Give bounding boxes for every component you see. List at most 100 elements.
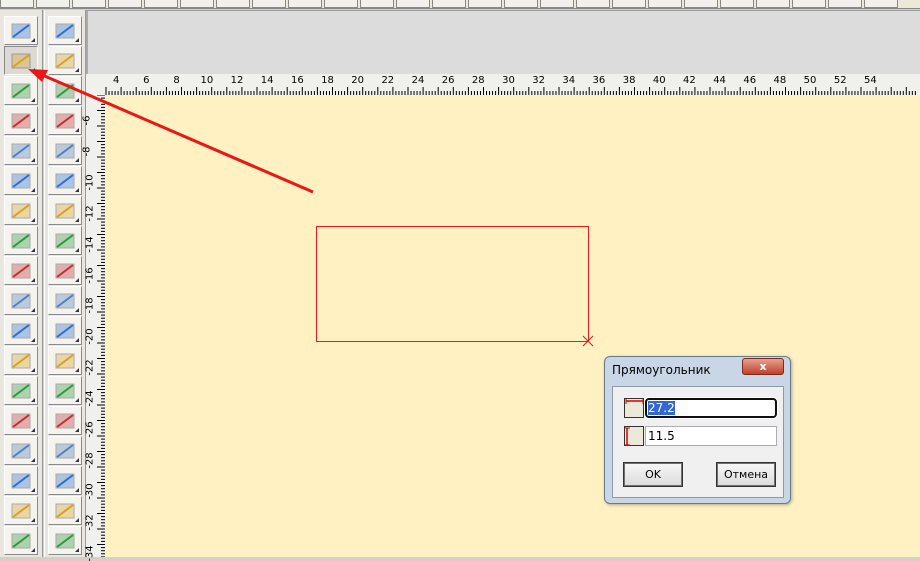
submenu-indicator-icon: [31, 248, 35, 252]
toolbar-button[interactable]: [72, 0, 106, 8]
flare-tool[interactable]: [4, 376, 38, 405]
toolbar-button[interactable]: [576, 0, 610, 8]
piece-group-tool[interactable]: [48, 526, 82, 555]
piece-outline-tool[interactable]: [48, 76, 82, 105]
submenu-indicator-icon: [75, 38, 79, 42]
measure-tape-tool[interactable]: [4, 436, 38, 465]
submenu-indicator-icon: [75, 398, 79, 402]
toolbar-button[interactable]: [108, 0, 142, 8]
select-frame-tool[interactable]: [48, 16, 82, 45]
ruler-label: 24: [411, 75, 425, 86]
add-piece-tool[interactable]: [48, 466, 82, 495]
toolbar-button[interactable]: [864, 0, 898, 8]
drawing-canvas[interactable]: [105, 95, 920, 557]
submenu-indicator-icon: [31, 128, 35, 132]
toolbar-button[interactable]: [612, 0, 646, 8]
dialog-body: OK Отмена: [612, 386, 784, 498]
eraser-tool[interactable]: [4, 256, 38, 285]
column-divider: [42, 10, 45, 557]
grade-tool[interactable]: [48, 136, 82, 165]
cancel-button[interactable]: Отмена: [716, 462, 776, 487]
submenu-indicator-icon: [75, 518, 79, 522]
toolbar-button[interactable]: [216, 0, 250, 8]
toolbar-button[interactable]: [36, 0, 70, 8]
ruler-label: 52: [833, 75, 847, 86]
curve-point-tool[interactable]: [4, 106, 38, 135]
grid-piece-tool[interactable]: [48, 226, 82, 255]
intersection-tool[interactable]: [4, 136, 38, 165]
rectangle-dialog: Прямоугольник x OK Отмена: [604, 356, 791, 504]
select-tool[interactable]: [4, 16, 38, 45]
point-edit-tool[interactable]: [48, 256, 82, 285]
dart-tool[interactable]: [4, 286, 38, 315]
toolbar-button[interactable]: [792, 0, 826, 8]
spiral-tool[interactable]: [4, 406, 38, 435]
sewing-machine-tool[interactable]: [48, 286, 82, 315]
submenu-indicator-icon: [31, 308, 35, 312]
ruler-label: -28: [84, 452, 96, 469]
flip-tool[interactable]: [48, 346, 82, 375]
ruler-label: 4: [113, 75, 120, 86]
toolbar-button[interactable]: [144, 0, 178, 8]
toolbar-button[interactable]: [468, 0, 502, 8]
corner-round-tool[interactable]: [48, 436, 82, 465]
toolbar-button[interactable]: [756, 0, 790, 8]
rectangle-tool[interactable]: [4, 76, 38, 105]
label-piece-tool[interactable]: [48, 496, 82, 525]
toolbar-button[interactable]: [180, 0, 214, 8]
ruler-label: 16: [290, 75, 304, 86]
ruler-label: 34: [562, 75, 576, 86]
toolbar-button[interactable]: [828, 0, 862, 8]
toolbar-button[interactable]: [540, 0, 574, 8]
toolbar-button[interactable]: [0, 0, 34, 8]
notch-tool[interactable]: [48, 316, 82, 345]
ruler-label: 10: [200, 75, 214, 86]
button-tool[interactable]: [48, 196, 82, 225]
ruler-label: 20: [351, 75, 364, 86]
ruler-label: 36: [592, 75, 606, 86]
ok-button[interactable]: OK: [623, 462, 683, 487]
mirror-piece-tool[interactable]: [48, 376, 82, 405]
cut-curve-tool[interactable]: [4, 226, 38, 255]
scissors-tool[interactable]: [4, 496, 38, 525]
ruler-label: 28: [471, 75, 485, 86]
submenu-indicator-icon: [31, 68, 35, 72]
pencil-tool[interactable]: [4, 46, 38, 75]
length-measure-tool[interactable]: [48, 166, 82, 195]
ruler-label: 30: [502, 75, 515, 86]
ruler-label: 14: [260, 75, 274, 86]
toolbar-button[interactable]: [504, 0, 538, 8]
submenu-indicator-icon: [75, 308, 79, 312]
parallel-tool[interactable]: [4, 346, 38, 375]
submenu-indicator-icon: [75, 548, 79, 552]
align-points-tool[interactable]: [48, 406, 82, 435]
submenu-indicator-icon: [31, 98, 35, 102]
submenu-indicator-icon: [75, 248, 79, 252]
shirt-piece-tool[interactable]: [48, 106, 82, 135]
toolbar-button[interactable]: [720, 0, 754, 8]
toolbar-button[interactable]: [396, 0, 430, 8]
height-input[interactable]: [645, 426, 777, 446]
toolbar-button[interactable]: [288, 0, 322, 8]
toolbar-button[interactable]: [324, 0, 358, 8]
rotate-triangle-tool[interactable]: [4, 466, 38, 495]
toolbar-button[interactable]: [684, 0, 718, 8]
ruler-label: -34: [84, 544, 96, 561]
ruler-label: 12: [230, 75, 244, 86]
submenu-indicator-icon: [75, 338, 79, 342]
piece-tool[interactable]: [4, 316, 38, 345]
compass-tool[interactable]: [4, 196, 38, 225]
toolbar-button[interactable]: [252, 0, 286, 8]
submenu-indicator-icon: [31, 218, 35, 222]
width-input[interactable]: [644, 397, 778, 419]
close-button[interactable]: x: [742, 358, 784, 375]
submenu-indicator-icon: [75, 368, 79, 372]
submenu-indicator-icon: [31, 338, 35, 342]
toolbar-button[interactable]: [432, 0, 466, 8]
chain-tool[interactable]: [4, 166, 38, 195]
ruler-label: -10: [84, 174, 96, 191]
seam-lines-tool[interactable]: [4, 526, 38, 555]
toolbar-button[interactable]: [648, 0, 682, 8]
pocket-tool[interactable]: [48, 46, 82, 75]
toolbar-button[interactable]: [360, 0, 394, 8]
